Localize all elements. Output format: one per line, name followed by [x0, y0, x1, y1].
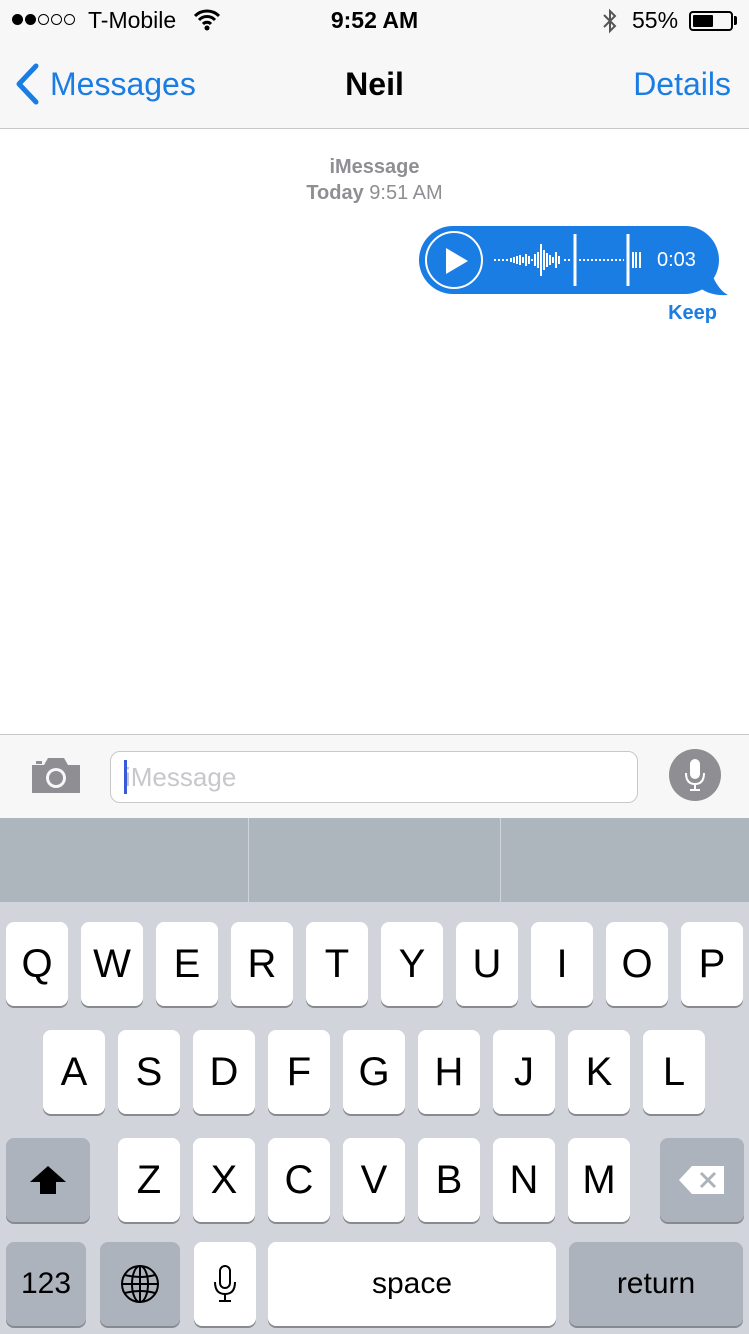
key-g[interactable]: G: [343, 1030, 405, 1114]
numbers-key[interactable]: 123: [6, 1242, 86, 1326]
timestamp-time: 9:51 AM: [369, 182, 443, 204]
battery-fill: [693, 15, 713, 27]
key-z[interactable]: Z: [118, 1138, 180, 1222]
key-n[interactable]: N: [493, 1138, 555, 1222]
play-button[interactable]: [425, 231, 483, 289]
bubble-tail: [696, 260, 728, 296]
text-cursor: [124, 760, 127, 794]
message-input[interactable]: [110, 751, 638, 803]
shift-key[interactable]: [6, 1138, 90, 1222]
timestamp-day: Today: [306, 182, 364, 204]
message-timestamp: Today 9:51 AM: [0, 182, 749, 205]
bluetooth-icon: [600, 7, 620, 40]
suggestion-slot-1[interactable]: [0, 818, 248, 902]
key-t[interactable]: T: [306, 922, 368, 1006]
shift-icon: [30, 1166, 66, 1194]
camera-icon: [32, 758, 80, 793]
play-icon: [446, 248, 468, 274]
key-i[interactable]: I: [531, 922, 593, 1006]
message-input-bar: [0, 734, 749, 819]
key-f[interactable]: F: [268, 1030, 330, 1114]
key-y[interactable]: Y: [381, 922, 443, 1006]
key-r[interactable]: R: [231, 922, 293, 1006]
camera-button[interactable]: [30, 755, 82, 800]
key-w[interactable]: W: [81, 922, 143, 1006]
status-bar: T-Mobile 9:52 AM 55%: [0, 0, 749, 40]
delete-icon: [679, 1166, 724, 1194]
key-x[interactable]: X: [193, 1138, 255, 1222]
key-v[interactable]: V: [343, 1138, 405, 1222]
battery-tip: [734, 16, 737, 25]
key-e[interactable]: E: [156, 922, 218, 1006]
return-key[interactable]: return: [569, 1242, 743, 1326]
microphone-icon: [214, 1265, 236, 1302]
globe-icon: [121, 1265, 159, 1303]
key-j[interactable]: J: [493, 1030, 555, 1114]
key-a[interactable]: A: [43, 1030, 105, 1114]
dictation-key[interactable]: [194, 1242, 256, 1326]
key-u[interactable]: U: [456, 922, 518, 1006]
microphone-icon: [685, 759, 705, 791]
suggestion-slot-3[interactable]: [501, 818, 749, 902]
keyboard: QWERTYUIOP ASDFGHJKL ZXCVBNM 123 space r…: [0, 902, 749, 1334]
key-s[interactable]: S: [118, 1030, 180, 1114]
key-h[interactable]: H: [418, 1030, 480, 1114]
key-m[interactable]: M: [568, 1138, 630, 1222]
predictive-text-bar: [0, 818, 749, 902]
battery-icon: [689, 11, 733, 31]
key-o[interactable]: O: [606, 922, 668, 1006]
key-k[interactable]: K: [568, 1030, 630, 1114]
key-b[interactable]: B: [418, 1138, 480, 1222]
suggestion-slot-2[interactable]: [249, 818, 500, 902]
key-d[interactable]: D: [193, 1030, 255, 1114]
battery-percent: 55%: [632, 7, 679, 33]
key-p[interactable]: P: [681, 922, 743, 1006]
key-l[interactable]: L: [643, 1030, 705, 1114]
key-q[interactable]: Q: [6, 922, 68, 1006]
audio-duration: 0:03: [657, 249, 696, 271]
navigation-bar: Messages Neil Details: [0, 40, 749, 129]
globe-key[interactable]: [100, 1242, 180, 1326]
keep-button[interactable]: Keep: [668, 302, 717, 325]
service-label: iMessage: [329, 156, 420, 178]
delete-key[interactable]: [660, 1138, 744, 1222]
key-c[interactable]: C: [268, 1138, 330, 1222]
space-key[interactable]: space: [268, 1242, 556, 1326]
details-button[interactable]: Details: [633, 66, 731, 103]
dictation-button[interactable]: [669, 749, 721, 801]
audio-waveform: [494, 234, 641, 286]
